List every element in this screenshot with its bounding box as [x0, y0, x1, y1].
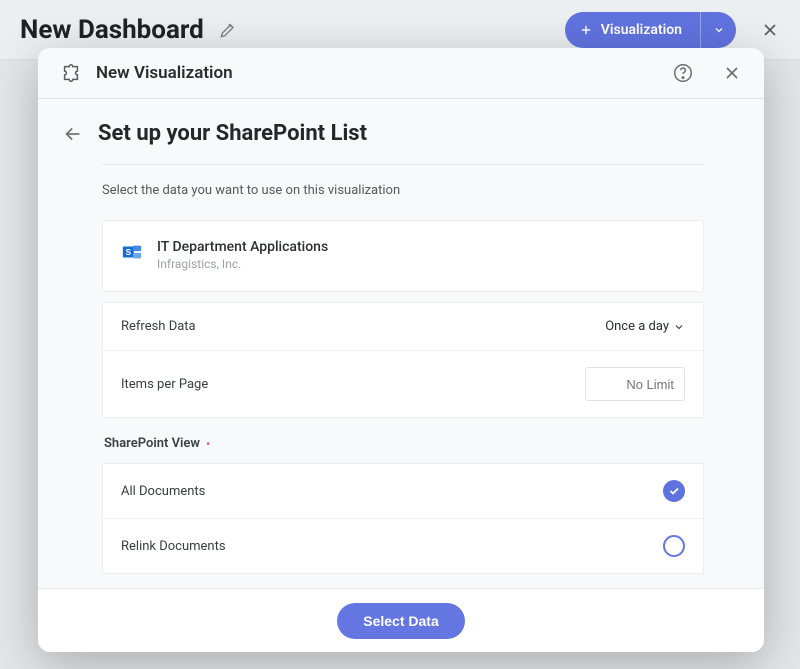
data-source-subtitle: Infragistics, Inc.: [157, 257, 328, 271]
required-dot-icon: •: [206, 437, 210, 451]
modal-close-icon[interactable]: [722, 63, 742, 83]
add-visualization-label: Visualization: [601, 22, 682, 38]
edit-title-icon[interactable]: [218, 20, 238, 40]
modal-body: Set up your SharePoint List Select the d…: [38, 99, 764, 588]
sharepoint-icon: S: [121, 241, 143, 263]
svg-text:S: S: [126, 248, 132, 257]
add-visualization-button[interactable]: Visualization: [565, 12, 736, 48]
settings-block: Refresh Data Once a day Items per Page: [102, 302, 704, 418]
data-source-name: IT Department Applications: [157, 239, 328, 255]
sharepoint-view-text: SharePoint View: [104, 436, 200, 451]
view-option-label: Relink Documents: [121, 539, 226, 554]
modal-footer: Select Data: [38, 588, 764, 652]
plus-icon: [579, 23, 593, 37]
add-visualization-dropdown[interactable]: [700, 12, 736, 48]
sharepoint-view-label: SharePoint View •: [104, 436, 704, 451]
help-icon[interactable]: [672, 62, 694, 84]
view-option-label: All Documents: [121, 484, 205, 499]
setup-title: Set up your SharePoint List: [98, 121, 367, 146]
items-per-page-row: Items per Page: [102, 351, 704, 418]
radio-selected-icon: [663, 480, 685, 502]
view-option-relink-documents[interactable]: Relink Documents: [102, 519, 704, 574]
back-icon[interactable]: [62, 123, 84, 145]
modal-title: New Visualization: [96, 63, 233, 83]
select-data-button[interactable]: Select Data: [337, 603, 464, 639]
dashboard-title: New Dashboard: [20, 15, 204, 45]
chevron-down-icon: [673, 321, 685, 333]
puzzle-icon: [60, 62, 82, 84]
refresh-data-dropdown[interactable]: Once a day: [605, 319, 685, 334]
items-per-page-input[interactable]: [585, 367, 685, 401]
refresh-data-label: Refresh Data: [121, 319, 196, 334]
data-source-card[interactable]: S IT Department Applications Infragistic…: [102, 220, 704, 292]
radio-unselected-icon: [663, 535, 685, 557]
sharepoint-view-list: All Documents Relink Documents: [102, 463, 704, 574]
items-per-page-label: Items per Page: [121, 377, 208, 392]
setup-description: Select the data you want to use on this …: [102, 183, 704, 198]
divider: [102, 164, 704, 165]
view-option-all-documents[interactable]: All Documents: [102, 463, 704, 519]
refresh-data-row: Refresh Data Once a day: [102, 302, 704, 351]
new-visualization-modal: New Visualization Set up your SharePoint…: [38, 48, 764, 652]
refresh-data-value: Once a day: [605, 319, 669, 334]
modal-header: New Visualization: [38, 48, 764, 99]
dashboard-close-icon[interactable]: [760, 20, 780, 40]
